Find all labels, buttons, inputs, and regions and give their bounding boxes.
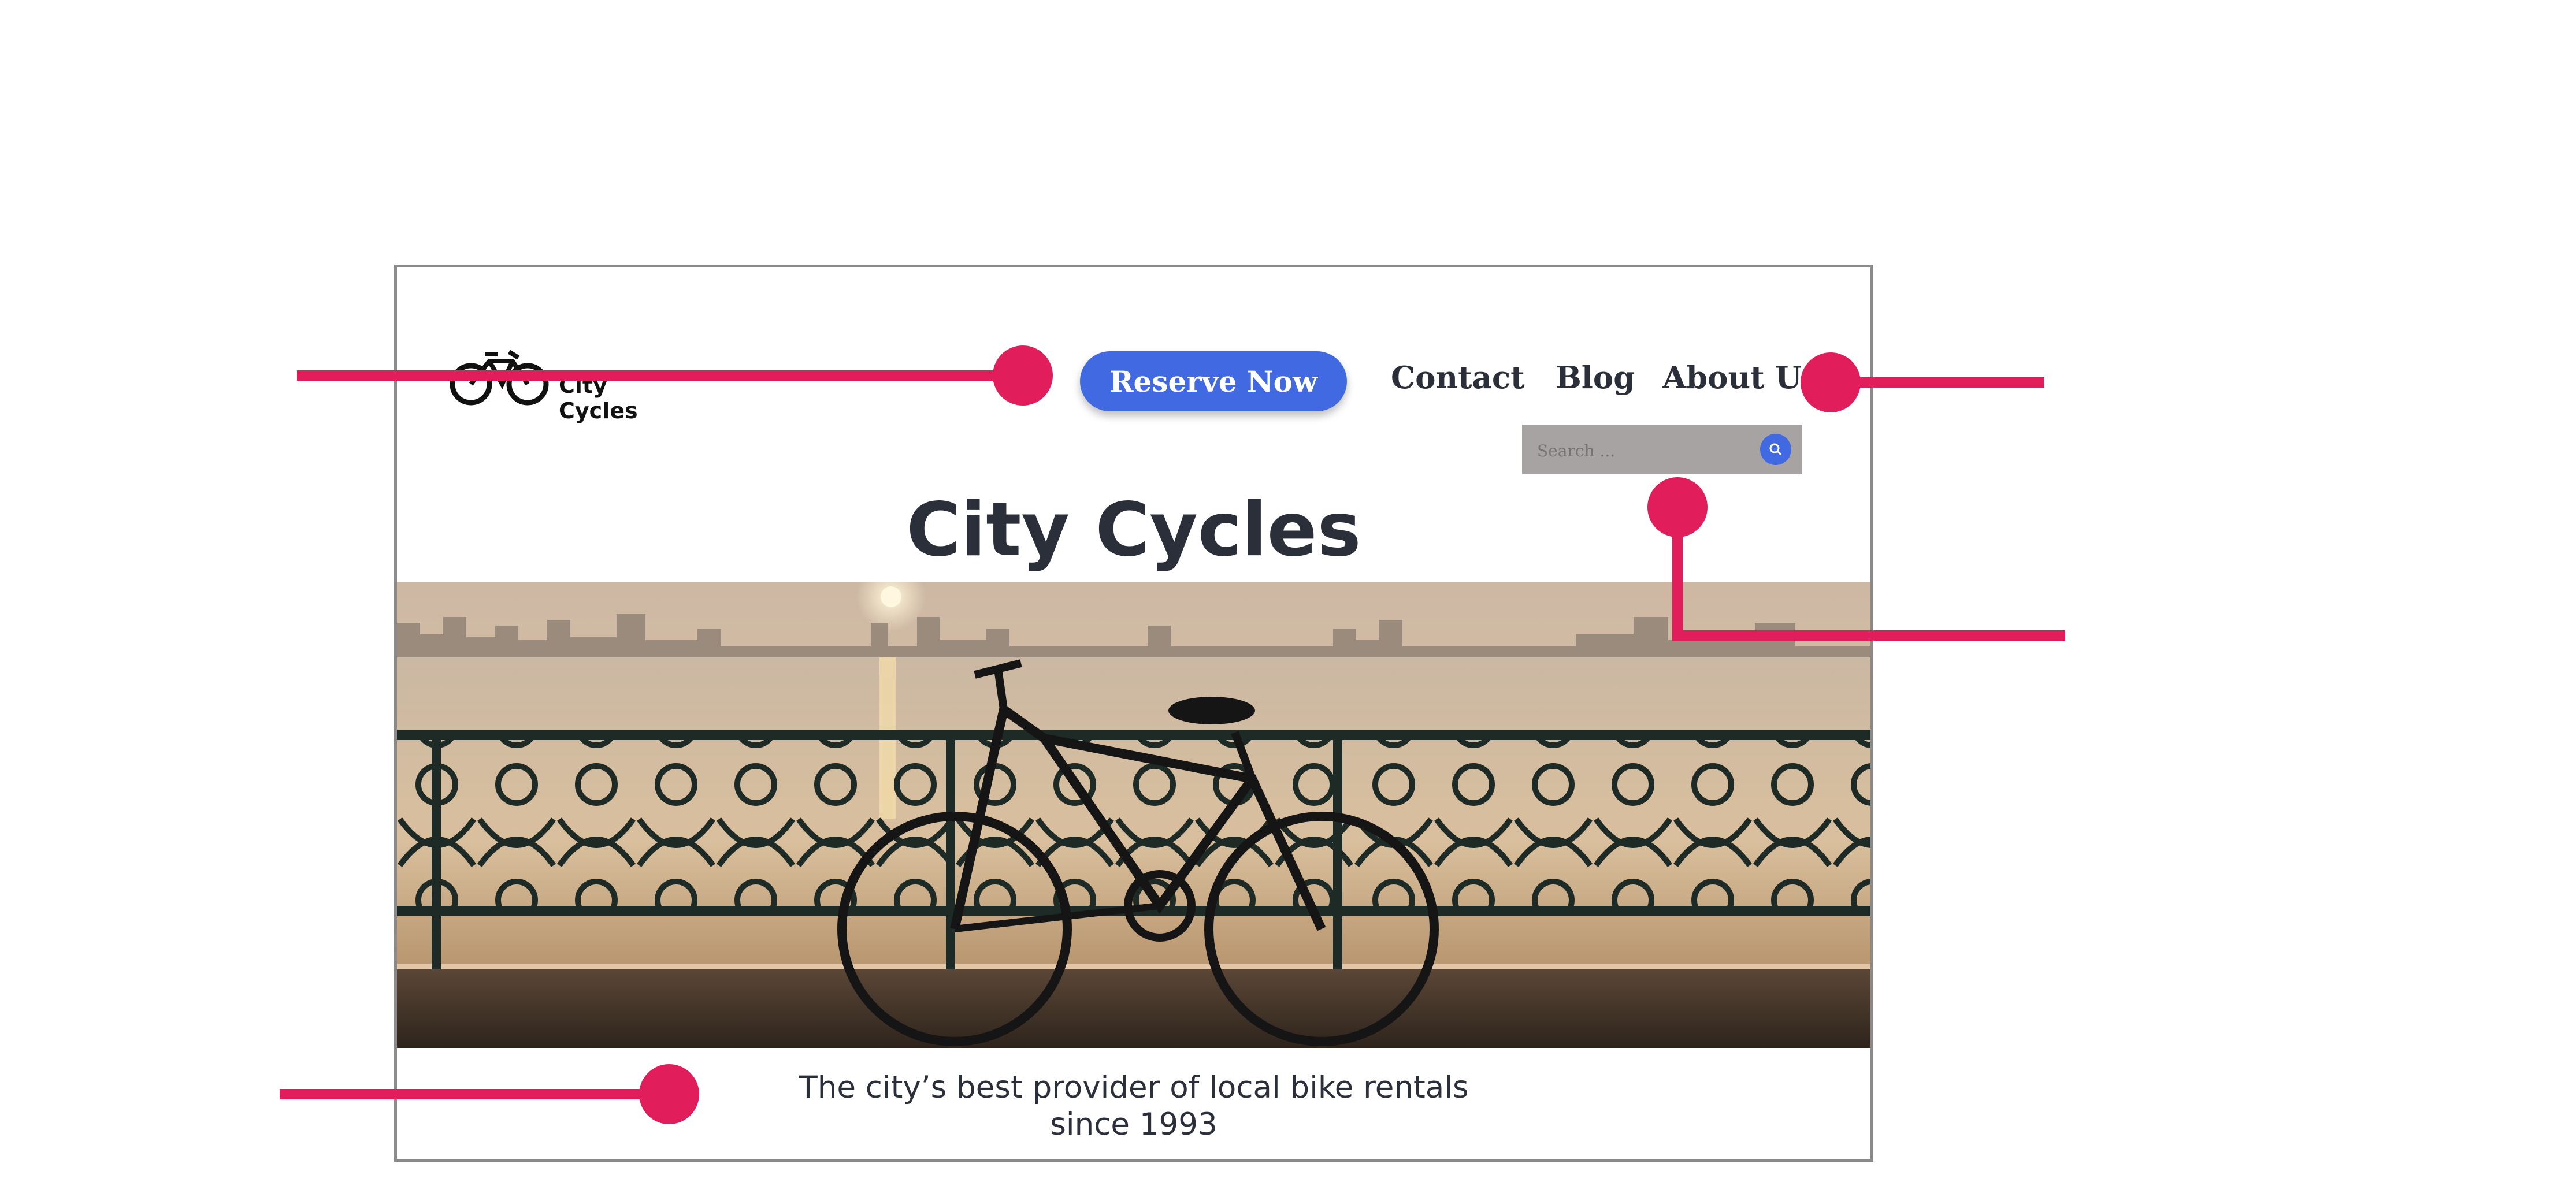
nav-link-blog[interactable]: Blog: [1556, 360, 1635, 396]
page: City Cycles Reserve Now Contact Blog Abo…: [0, 0, 2576, 1197]
logo[interactable]: City Cycles: [449, 344, 692, 423]
website-frame: City Cycles Reserve Now Contact Blog Abo…: [394, 265, 1873, 1162]
nav-link-about-us[interactable]: About Us: [1662, 360, 1819, 396]
bicycle-icon: [450, 350, 549, 406]
page-title: City Cycles: [906, 487, 1361, 573]
logo-text: City Cycles: [559, 373, 638, 423]
tagline: The city’s best provider of local bike r…: [744, 1069, 1524, 1143]
search-icon: [1769, 443, 1782, 456]
tagline-line-2: since 1993: [1050, 1107, 1218, 1142]
search-button[interactable]: [1760, 434, 1791, 465]
reserve-now-button[interactable]: Reserve Now: [1080, 351, 1347, 411]
hero-image: [397, 582, 1870, 1048]
search-bar: [1522, 425, 1802, 474]
tagline-line-1: The city’s best provider of local bike r…: [799, 1070, 1469, 1105]
search-input[interactable]: [1536, 441, 1743, 461]
nav-link-contact[interactable]: Contact: [1391, 360, 1525, 396]
